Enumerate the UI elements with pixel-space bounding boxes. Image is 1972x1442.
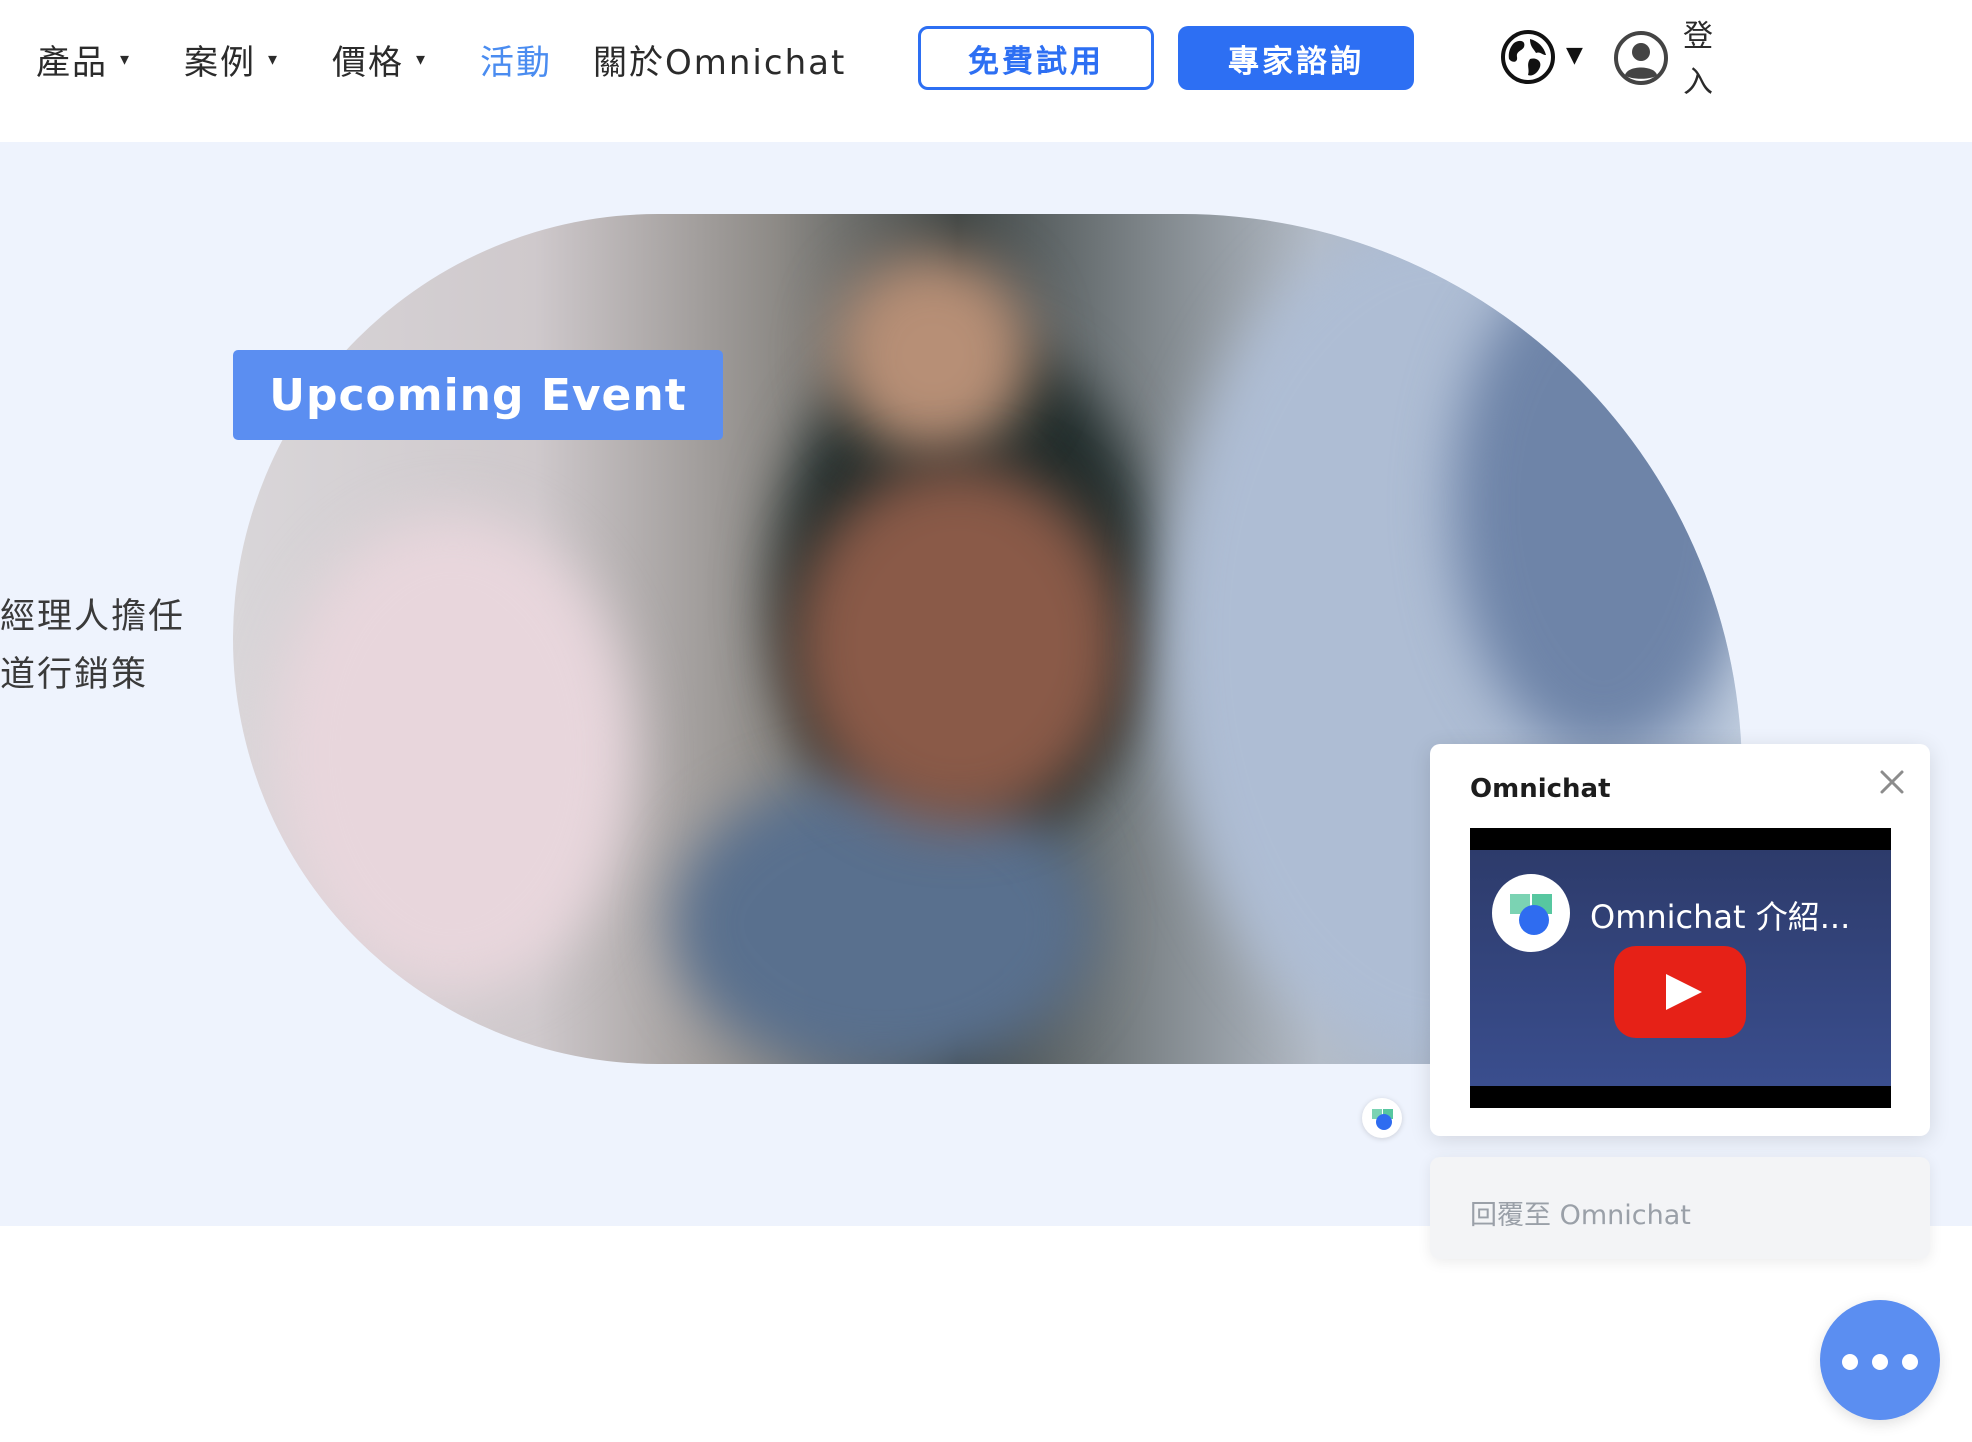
nav-item-label: 價格: [332, 42, 404, 83]
chat-popup: Omnichat Omnichat 介紹...: [1430, 744, 1930, 1136]
hero-text-line: 道行銷策: [0, 655, 149, 695]
more-dots-icon: [1902, 1354, 1918, 1370]
nav-item-label: 案例: [184, 42, 256, 83]
more-dots-icon: [1872, 1354, 1888, 1370]
expert-consult-button[interactable]: 專家諮詢: [1178, 26, 1414, 90]
nav-item-products[interactable]: 產品 ▾: [36, 34, 131, 84]
video-embed[interactable]: Omnichat 介紹...: [1470, 828, 1891, 1108]
user-avatar-icon[interactable]: [1614, 31, 1668, 85]
login-link[interactable]: 登入: [1680, 14, 1716, 106]
nav-item-label: 活動: [480, 42, 552, 83]
upcoming-event-badge: Upcoming Event: [233, 350, 723, 440]
chat-launcher-button[interactable]: [1820, 1300, 1940, 1420]
globe-icon[interactable]: [1500, 29, 1556, 85]
video-thumbnail: Omnichat 介紹...: [1470, 850, 1891, 1086]
more-dots-icon: [1842, 1354, 1858, 1370]
omnichat-logo-icon: [1492, 874, 1570, 952]
top-nav: 產品 ▾ 案例 ▾ 價格 ▾ 活動 關於Omnichat 免費試用 專家諮詢 ▼…: [0, 0, 1972, 142]
reply-placeholder: 回覆至 Omnichat: [1470, 1200, 1691, 1231]
video-title: Omnichat 介紹...: [1590, 898, 1851, 936]
reply-input[interactable]: 回覆至 Omnichat: [1430, 1157, 1930, 1259]
chat-title: Omnichat: [1470, 774, 1611, 804]
omnichat-avatar-icon: [1362, 1098, 1402, 1138]
nav-item-about[interactable]: 關於Omnichat: [593, 34, 846, 84]
close-icon[interactable]: [1874, 764, 1910, 800]
chevron-down-icon: ▾: [268, 48, 280, 70]
language-chevron-icon[interactable]: ▼: [1566, 43, 1583, 68]
youtube-play-icon[interactable]: [1614, 946, 1746, 1038]
chevron-down-icon: ▾: [416, 48, 428, 70]
nav-item-label: 關於Omnichat: [593, 42, 847, 83]
nav-item-cases[interactable]: 案例 ▾: [184, 34, 279, 84]
nav-item-label: 產品: [36, 42, 108, 83]
chevron-down-icon: ▾: [120, 48, 132, 70]
nav-item-events[interactable]: 活動: [480, 34, 552, 84]
free-trial-button[interactable]: 免費試用: [918, 26, 1154, 90]
nav-item-pricing[interactable]: 價格 ▾: [332, 34, 427, 84]
hero-description: 經理人擔任 道行銷策: [0, 588, 185, 704]
hero-text-line: 經理人擔任: [0, 597, 186, 637]
